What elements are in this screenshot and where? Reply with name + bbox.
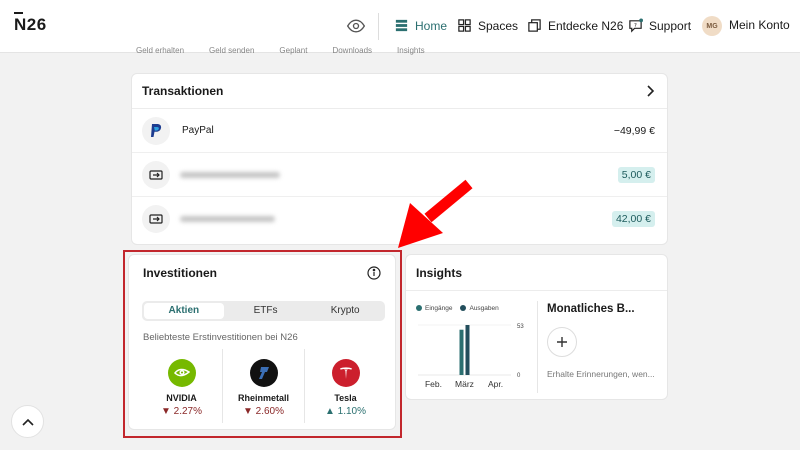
transfer-icon	[142, 160, 170, 189]
cards-icon	[528, 19, 541, 32]
transfer-icon	[142, 205, 170, 233]
stock-list: NVIDIA ▼ 2.27% Rheinmetall ▼ 2.60% Tesla…	[141, 349, 386, 423]
investments-card: Investitionen Aktien ETFs Krypto Beliebt…	[128, 254, 396, 430]
chart-legend: Eingänge Ausgaben	[416, 305, 499, 312]
info-icon[interactable]	[367, 266, 381, 280]
nav-separator	[378, 13, 379, 40]
transaction-amount: 42,00 €	[611, 211, 655, 227]
nav-home-label: Home	[415, 18, 448, 33]
plus-icon	[557, 337, 567, 347]
legend-item-ausgaben: Ausgaben	[460, 305, 499, 312]
subtab-geld-erhalten[interactable]: Geld erhalten	[136, 46, 184, 56]
nav-spaces-label: Spaces	[478, 18, 519, 33]
stock-rheinmetall[interactable]: Rheinmetall ▼ 2.60%	[223, 349, 305, 423]
tesla-logo-icon	[331, 359, 360, 387]
avatar[interactable]: MG	[702, 16, 722, 36]
stock-nvidia[interactable]: NVIDIA ▼ 2.27%	[141, 349, 223, 423]
stock-name: NVIDIA	[166, 393, 197, 403]
chevron-right-icon[interactable]	[645, 85, 655, 97]
legend-label: Eingänge	[425, 305, 453, 312]
insights-card: Insights Eingänge Ausgaben Feb. März Apr. 5…	[405, 254, 668, 400]
transaction-row[interactable]: 5,00 €	[132, 153, 667, 197]
subtab-downloads[interactable]: Downloads	[332, 46, 372, 56]
redacted-name	[180, 216, 275, 222]
support-chat-icon: ?	[629, 18, 643, 33]
nav-account-label: Mein Konto	[729, 18, 790, 32]
y-tick-label: 53	[517, 324, 524, 330]
chart-bar	[459, 329, 464, 375]
stock-name: Rheinmetall	[237, 393, 289, 403]
chart-bar	[465, 325, 470, 375]
transaction-name: PayPal	[182, 125, 214, 136]
n26-logo[interactable]: N26	[14, 12, 47, 35]
subtab-geld-senden[interactable]: Geld senden	[209, 46, 254, 56]
svg-text:?: ?	[634, 23, 637, 29]
transaction-row[interactable]: 42,00 €	[132, 197, 667, 241]
legend-label: Ausgaben	[469, 305, 499, 312]
monthly-budget-title: Monatliches B...	[547, 303, 635, 315]
stock-tesla[interactable]: Tesla ▲ 1.10%	[305, 349, 386, 423]
subtabs-strip: Geld erhalten Geld senden Geplant Downlo…	[136, 46, 456, 56]
nav-support[interactable]: ? Support	[628, 18, 691, 33]
stock-change: ▼ 2.27%	[160, 406, 203, 417]
investments-subtitle: Beliebteste Erstinvestitionen bei N26	[143, 332, 298, 343]
eye-icon[interactable]	[346, 16, 366, 36]
monthly-budget-description: Erhalte Erinnerungen, wen...	[547, 369, 655, 379]
insights-bar-chart[interactable]: Feb. März Apr. 53 0	[416, 319, 526, 394]
nav-support-label: Support	[649, 18, 692, 33]
rheinmetall-logo-icon	[249, 359, 278, 387]
legend-dot	[416, 305, 422, 312]
investments-title: Investitionen	[143, 266, 218, 280]
transaction-row[interactable]: PayPal −49,99 €	[132, 109, 667, 153]
nav-account[interactable]: Mein Konto	[729, 18, 790, 32]
x-tick-label: Apr.	[488, 379, 503, 389]
stock-name: Tesla	[334, 393, 357, 403]
nav-entdecke[interactable]: Entdecke N26	[527, 18, 623, 33]
logo-text: N26	[14, 15, 47, 34]
investment-tabs: Aktien ETFs Krypto	[142, 301, 385, 321]
transaction-amount: 5,00 €	[617, 166, 655, 183]
insights-header: Insights	[406, 255, 667, 291]
x-tick-label: Feb.	[425, 379, 442, 389]
nav-spaces[interactable]: Spaces	[457, 18, 518, 33]
y-tick-label: 0	[517, 373, 521, 379]
legend-dot	[460, 305, 467, 312]
nav-home[interactable]: Home	[394, 18, 447, 33]
subtab-insights[interactable]: Insights	[397, 46, 425, 56]
transactions-card: Transaktionen PayPal −49,99 € 5,00 € 42,…	[131, 73, 668, 245]
add-reminder-button[interactable]	[547, 327, 577, 357]
insights-title: Insights	[416, 265, 463, 280]
stock-change: ▼ 2.60%	[242, 406, 285, 417]
investments-header: Investitionen	[129, 255, 395, 291]
x-tick-label: März	[455, 379, 474, 389]
tab-krypto[interactable]: Krypto	[305, 301, 385, 321]
transactions-header[interactable]: Transaktionen	[132, 74, 667, 109]
nvidia-logo-icon	[167, 359, 196, 387]
transactions-title: Transaktionen	[142, 84, 224, 98]
scroll-top-button[interactable]	[11, 405, 44, 438]
redacted-name	[180, 171, 280, 178]
legend-item-eingaenge: Eingänge	[416, 305, 452, 312]
insights-divider	[537, 301, 538, 393]
paypal-icon	[142, 116, 170, 145]
tab-etfs[interactable]: ETFs	[226, 301, 306, 321]
subtab-geplant[interactable]: Geplant	[279, 46, 307, 56]
nav-entdecke-label: Entdecke N26	[548, 18, 624, 33]
stock-change: ▲ 1.10%	[324, 406, 367, 417]
chevron-up-icon	[21, 418, 34, 426]
tab-aktien[interactable]: Aktien	[144, 303, 224, 319]
home-icon	[395, 19, 408, 32]
logo-bar	[14, 12, 23, 14]
spaces-icon	[458, 19, 471, 32]
transaction-amount: −49,99 €	[613, 124, 655, 137]
